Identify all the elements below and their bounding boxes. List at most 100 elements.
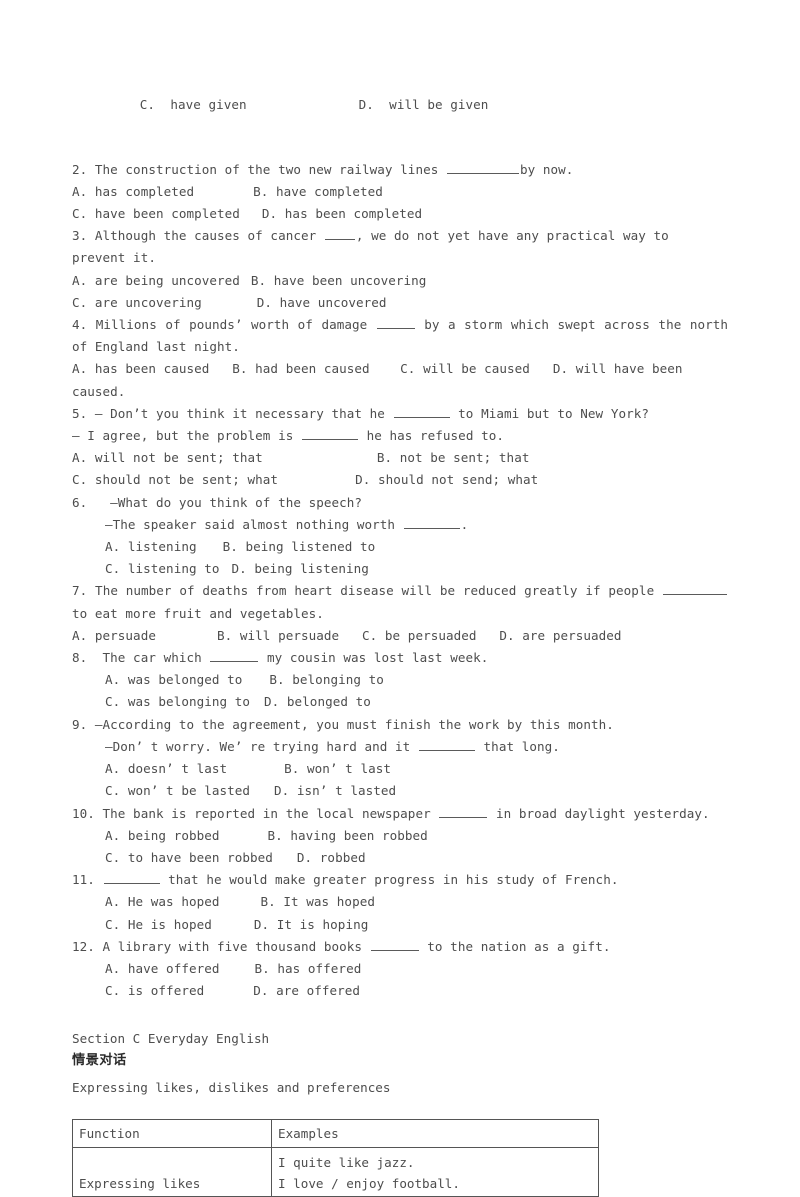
- question-12-options-row-2: C. is offered D. are offered: [72, 980, 728, 1002]
- question-4-stem: 4. Millions of pounds’ worth of damage b…: [72, 314, 728, 358]
- option-c: C. are uncovering: [72, 294, 202, 310]
- option-c: C. is offered: [105, 983, 205, 999]
- document-content: C. have given D. will be given 2. The con…: [72, 72, 728, 1197]
- question-3-stem-pre: 3. Although the causes of cancer: [72, 228, 324, 244]
- question-11-stem: 11. that he would make greater progress …: [72, 869, 728, 891]
- table-row: Expressing likes I quite like jazz. I lo…: [72, 1146, 599, 1197]
- table-header-row: Function Examples: [72, 1118, 599, 1148]
- question-6-stem2-pre: —The speaker said almost nothing worth: [105, 516, 403, 532]
- question-11-stem-pre: 11.: [72, 872, 103, 888]
- question-12-options-row-1: A. have offered B. has offered: [72, 958, 728, 980]
- option-a: A. are being uncovered: [72, 272, 240, 288]
- question-9-stem: 9. —According to the agreement, you must…: [72, 714, 728, 736]
- question-6-options-row-1: A. listening B. being listened to: [72, 536, 728, 558]
- question-8-stem-post: my cousin was lost last week.: [259, 650, 489, 666]
- option-b: B. It was hoped: [260, 894, 375, 910]
- option-b: B. have been uncovering: [250, 272, 427, 288]
- question-11-options-row-1: A. He was hoped B. It was hoped: [72, 891, 728, 913]
- answer-blank: [439, 805, 488, 818]
- option-b: B. has offered: [254, 960, 362, 976]
- option-b: B. having been robbed: [267, 827, 428, 843]
- question-5-stem-post: to Miami but to New York?: [450, 405, 649, 421]
- option-c: C. should not be sent; what: [72, 472, 279, 488]
- option-d: D. are offered: [253, 983, 361, 999]
- question-4-stem-pre: 4. Millions of pounds’ worth of damage: [72, 317, 376, 333]
- answer-blank: [103, 872, 160, 885]
- option-d: D. being listening: [231, 561, 369, 577]
- question-5-stem2-post: he has refused to.: [358, 428, 504, 444]
- question-5-stem-line-2: — I agree, but the problem is he has ref…: [72, 425, 728, 447]
- section-c-subheading: Expressing likes, dislikes and preferenc…: [72, 1079, 391, 1095]
- answer-blank: [301, 427, 358, 441]
- option-b: B. being listened to: [222, 539, 376, 555]
- option-d: D. belonged to: [264, 694, 371, 710]
- question-10-stem-pre: 10. The bank is reported in the local ne…: [72, 805, 439, 821]
- question-6-stem-line-2: —The speaker said almost nothing worth .: [72, 514, 728, 536]
- option-a: A. was belonged to: [105, 672, 243, 688]
- question-7-options-row-1: A. persuade B. will persuade C. be persu…: [72, 625, 728, 647]
- answer-blank: [210, 650, 259, 663]
- question-7-stem-pre: 7. The number of deaths from heart disea…: [72, 583, 662, 599]
- option-d: D. It is hoping: [253, 916, 369, 932]
- answer-blank: [446, 161, 519, 174]
- question-5-stem2-pre: — I agree, but the problem is: [72, 428, 301, 444]
- question-6-options-row-2: C. listening to D. being listening: [72, 558, 728, 580]
- answer-blank: [376, 316, 415, 330]
- question-2-stem: 2. The construction of the two new railw…: [72, 159, 728, 181]
- question-12-stem-pre: 12. A library with five thousand books: [72, 938, 370, 954]
- option-b: B. belonging to: [269, 672, 384, 688]
- question-10-options-row-1: A. being robbed B. having been robbed: [72, 825, 728, 847]
- everyday-english-table: Function Examples Expressing likes I qui…: [72, 1118, 599, 1197]
- question-9-options-row-1: A. doesn’ t last B. won’ t last: [72, 758, 728, 780]
- answer-blank: [370, 938, 419, 951]
- question-9-stem-pre: 9. —According to the agreement, you must…: [72, 716, 614, 732]
- option-a: A. listening: [105, 539, 197, 555]
- option-a: A. will not be sent; that: [72, 450, 263, 466]
- option-a: A. He was hoped: [105, 894, 220, 910]
- option-c: C. won’ t be lasted: [105, 783, 251, 799]
- option-c: C. to have been robbed: [105, 849, 273, 865]
- option-b: B. have completed: [253, 183, 383, 199]
- option-a: A. being robbed: [105, 827, 220, 843]
- section-c-chinese-heading: 情景对话: [72, 1052, 127, 1068]
- question-8-options-row-1: A. was belonged to B. belonging to: [72, 669, 728, 691]
- table-header-examples: Examples: [271, 1118, 599, 1148]
- option-c: C. was belonging to: [105, 694, 251, 710]
- question-12-stem: 12. A library with five thousand books t…: [72, 936, 728, 958]
- question-5-stem: 5. — Don’t you think it necessary that h…: [72, 403, 728, 425]
- question-5-options-row-2: C. should not be sent; what D. should not…: [72, 469, 728, 491]
- question-7-stem-post: to eat more fruit and vegetables.: [72, 605, 324, 621]
- question-3-options-row-2: C. are uncovering D. have uncovered: [72, 292, 728, 314]
- question-11-stem-post: that he would make greater progress in h…: [160, 872, 619, 888]
- carryover-options-row: C. have given D. will be given: [72, 72, 728, 139]
- answer-blank: [663, 583, 727, 596]
- question-8-options-row-2: C. was belonging to D. belonged to: [72, 691, 728, 713]
- carryover-option-c: C. have given: [139, 97, 247, 113]
- option-b: B. not be sent; that: [376, 450, 530, 466]
- question-6-stem: 6. —What do you think of the speech?: [72, 492, 728, 514]
- option-d: D. isn’ t lasted: [274, 783, 397, 799]
- answer-blank: [393, 405, 450, 418]
- question-7-options: A. persuade B. will persuade C. be persu…: [72, 627, 622, 643]
- question-7-stem: 7. The number of deaths from heart disea…: [72, 580, 728, 624]
- carryover-option-d: D. will be given: [358, 97, 489, 113]
- section-c-heading: Section C Everyday English: [72, 1031, 270, 1047]
- question-2-stem-post: by now.: [519, 161, 574, 177]
- option-a: A. have offered: [105, 960, 220, 976]
- table-cell-function: Expressing likes: [72, 1146, 272, 1197]
- question-10-options-row-2: C. to have been robbed D. robbed: [72, 847, 728, 869]
- question-10-stem: 10. The bank is reported in the local ne…: [72, 803, 728, 825]
- question-3-options-row-1: A. are being uncovered B. have been uncov…: [72, 270, 728, 292]
- question-9-stem-line-2: —Don’ t worry. We’ re trying hard and it…: [72, 736, 728, 758]
- question-5-stem-pre: 5. — Don’t you think it necessary that h…: [72, 405, 393, 421]
- table-header-function: Function: [72, 1118, 272, 1148]
- option-c: C. listening to: [105, 561, 220, 577]
- question-10-stem-post: in broad daylight yesterday.: [488, 805, 710, 821]
- question-4-options-row-1: A. has been caused B. had been caused C.…: [72, 358, 728, 402]
- question-5-options-row-1: A. will not be sent; that B. not be sent;…: [72, 447, 728, 469]
- question-9-stem2-post: that long.: [475, 738, 560, 754]
- option-d: D. robbed: [296, 849, 366, 865]
- answer-blank: [403, 516, 460, 529]
- answer-blank: [324, 228, 355, 241]
- option-d: D. has been completed: [261, 206, 423, 222]
